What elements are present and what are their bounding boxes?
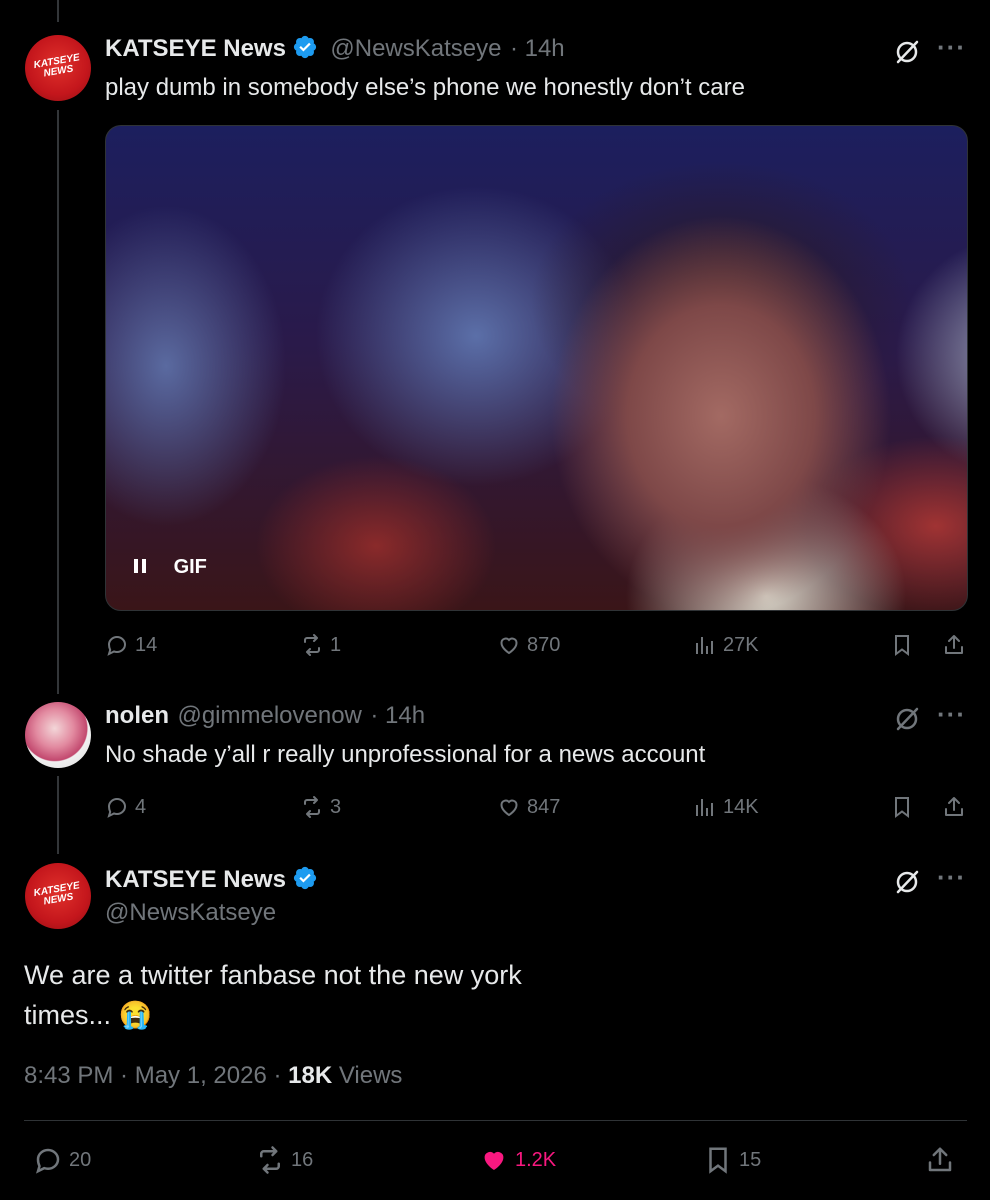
bookmark-button[interactable] bbox=[890, 633, 914, 657]
share-button[interactable] bbox=[942, 633, 966, 657]
tweet-text: We are a twitter fanbase not the new yor… bbox=[24, 955, 522, 1035]
bookmark-button[interactable] bbox=[890, 795, 914, 819]
bookmark-icon bbox=[709, 1147, 727, 1174]
views-label: Views bbox=[332, 1062, 403, 1089]
like-count: 847 bbox=[527, 795, 561, 818]
handle[interactable]: @NewsKatseye bbox=[105, 899, 276, 927]
tweet-meta: 8:43 PM · May 1, 2026 · 18K Views bbox=[24, 1062, 402, 1090]
handle[interactable]: @gimmelovenow bbox=[177, 702, 361, 729]
like-icon bbox=[500, 637, 518, 655]
avatar-logo: KATSEYE NEWS bbox=[32, 52, 81, 80]
tweet-text-line2: times... bbox=[24, 1000, 112, 1030]
handle[interactable]: @NewsKatseye bbox=[330, 35, 501, 62]
retweet-count: 16 bbox=[291, 1148, 314, 1171]
retweet-icon bbox=[260, 1146, 280, 1174]
like-button[interactable]: 847 bbox=[497, 795, 560, 819]
tweet-text: play dumb in somebody else’s phone we ho… bbox=[105, 74, 745, 101]
tweet-text: No shade y’all r really unprofessional f… bbox=[105, 741, 706, 768]
retweet-button[interactable]: 1 bbox=[300, 633, 341, 657]
reply-button[interactable]: 4 bbox=[105, 795, 146, 819]
share-button[interactable] bbox=[925, 1145, 955, 1175]
timestamp[interactable]: · 14h bbox=[510, 35, 565, 62]
share-icon bbox=[945, 635, 963, 654]
tweet-header: KATSEYE News @NewsKatseye · 14h bbox=[105, 34, 565, 63]
grok-icon[interactable] bbox=[893, 38, 921, 66]
views-button[interactable]: 14K bbox=[693, 795, 759, 819]
views-icon bbox=[696, 637, 713, 654]
tweet-actions: 4 3 847 14K bbox=[105, 795, 967, 825]
views-button[interactable]: 27K bbox=[693, 633, 759, 657]
tweet-gif-media[interactable]: GIF bbox=[105, 125, 968, 611]
tweet-timestamp[interactable]: 8:43 PM · May 1, 2026 · bbox=[24, 1062, 288, 1089]
tweet-text-line1: We are a twitter fanbase not the new yor… bbox=[24, 960, 522, 990]
share-icon bbox=[928, 1147, 952, 1172]
avatar[interactable]: KATSEYE NEWS bbox=[25, 35, 91, 101]
avatar[interactable]: KATSEYE NEWS bbox=[25, 863, 91, 929]
more-icon[interactable]: ··· bbox=[937, 862, 966, 893]
display-name[interactable]: KATSEYE News bbox=[105, 866, 286, 893]
like-icon bbox=[500, 799, 518, 817]
views-count: 18K bbox=[288, 1062, 333, 1089]
bookmark-icon bbox=[895, 635, 909, 656]
grok-icon[interactable] bbox=[893, 705, 921, 733]
share-button[interactable] bbox=[942, 795, 966, 819]
reply-icon bbox=[107, 635, 127, 656]
views-icon bbox=[696, 799, 713, 816]
like-button[interactable]: 1.2K bbox=[479, 1145, 556, 1175]
retweet-button[interactable]: 3 bbox=[300, 795, 341, 819]
crying-emoji: 😭 bbox=[118, 1000, 153, 1030]
bookmark-button[interactable]: 15 bbox=[703, 1145, 761, 1175]
grok-icon[interactable] bbox=[893, 868, 921, 896]
reply-icon bbox=[35, 1148, 60, 1174]
tweet-actions: 20 16 1.2K 15 bbox=[33, 1145, 963, 1177]
timestamp[interactable]: · 14h bbox=[370, 702, 425, 729]
reply-count: 20 bbox=[69, 1148, 92, 1171]
like-icon bbox=[484, 1151, 504, 1170]
bookmark-count: 15 bbox=[739, 1148, 762, 1171]
gif-control[interactable]: GIF bbox=[132, 556, 207, 579]
reply-button[interactable]: 14 bbox=[105, 633, 157, 657]
verified-icon bbox=[293, 866, 317, 890]
display-name[interactable]: nolen bbox=[105, 702, 169, 729]
pause-icon bbox=[134, 559, 146, 573]
more-icon[interactable]: ··· bbox=[937, 32, 966, 63]
tweet-header: KATSEYE News bbox=[105, 865, 318, 894]
retweet-icon bbox=[304, 796, 320, 818]
share-icon bbox=[945, 797, 963, 816]
display-name[interactable]: KATSEYE News bbox=[105, 35, 286, 62]
reply-icon bbox=[107, 797, 127, 818]
retweet-count: 3 bbox=[330, 795, 342, 818]
reply-count: 14 bbox=[135, 633, 158, 656]
like-button[interactable]: 870 bbox=[497, 633, 560, 657]
views-count: 27K bbox=[723, 633, 759, 656]
reply-button[interactable]: 20 bbox=[33, 1145, 91, 1175]
gif-badge-label: GIF bbox=[173, 556, 207, 578]
divider bbox=[24, 1120, 967, 1121]
avatar[interactable] bbox=[25, 702, 91, 768]
reply-count: 4 bbox=[135, 795, 147, 818]
tweet-actions: 14 1 870 27K bbox=[105, 633, 967, 663]
thread-line-top bbox=[57, 0, 59, 22]
retweet-button[interactable]: 16 bbox=[255, 1145, 313, 1175]
avatar-logo: KATSEYE NEWS bbox=[32, 880, 81, 908]
thread-line-2 bbox=[57, 776, 59, 854]
more-icon[interactable]: ··· bbox=[937, 699, 966, 730]
tweet-header: nolen @gimmelovenow · 14h bbox=[105, 702, 425, 730]
retweet-count: 1 bbox=[330, 633, 342, 656]
like-count: 1.2K bbox=[515, 1148, 557, 1171]
views-count: 14K bbox=[723, 795, 759, 818]
retweet-icon bbox=[304, 634, 320, 656]
bookmark-icon bbox=[895, 797, 909, 818]
verified-icon bbox=[293, 35, 317, 59]
like-count: 870 bbox=[527, 633, 561, 656]
thread-line-1 bbox=[57, 110, 59, 694]
